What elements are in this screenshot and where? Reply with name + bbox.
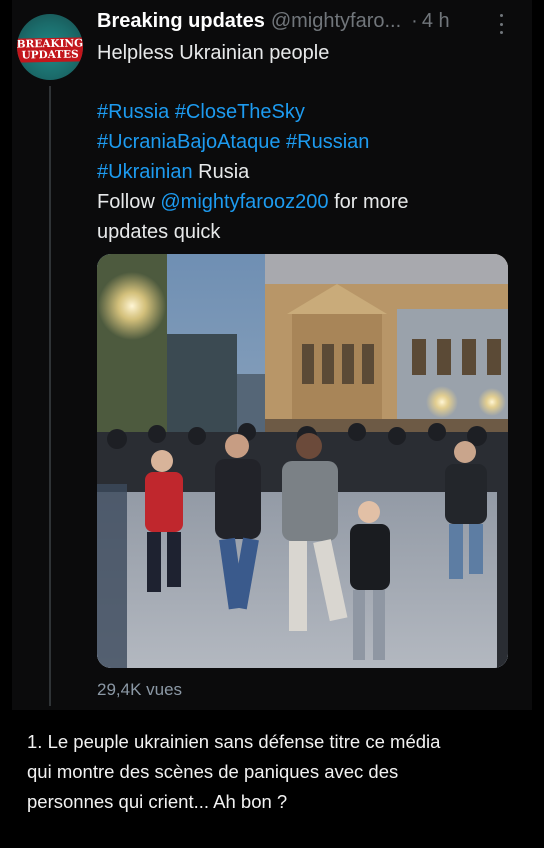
video-frame-image: [97, 254, 508, 668]
tweet-text-word: for more: [334, 191, 409, 213]
tweet-text-line: updates quick: [97, 221, 221, 243]
author-avatar[interactable]: BREAKING UPDATES: [17, 14, 83, 80]
caption-line: 1. Le peuple ukrainien sans défense titr…: [27, 731, 441, 752]
view-count: 29,4K vues: [97, 680, 183, 699]
tweet-hashtags-line-1: #Russia #CloseTheSky: [97, 97, 305, 127]
hashtag-link[interactable]: #UcraniaBajoAtaque #Russian: [97, 131, 369, 153]
caption-text: 1. Le peuple ukrainien sans défense titr…: [27, 727, 532, 817]
tweet-video[interactable]: [97, 254, 508, 668]
author-handle[interactable]: @mightyfaro...: [271, 10, 401, 33]
tweet-follow-line: Follow @mightyfarooz200 for more: [97, 187, 409, 217]
tweet-text-word: Follow: [97, 191, 155, 213]
tweet-hashtags-line-2: #UcraniaBajoAtaque #Russian: [97, 127, 369, 157]
hashtag-link[interactable]: #Ukrainian: [97, 161, 193, 183]
hashtag-link[interactable]: #Russia #CloseTheSky: [97, 101, 305, 123]
tweet-timestamp[interactable]: 4 h: [422, 10, 450, 33]
mention-link[interactable]: @mightyfarooz200: [160, 191, 328, 213]
tweet-hashtags-line-3: #Ukrainian Rusia: [97, 157, 249, 187]
caption-line: personnes qui crient... Ah bon ?: [27, 791, 288, 812]
tweet-text-line: Helpless Ukrainian people: [97, 42, 330, 64]
caption-line: qui montre des scènes de paniques avec d…: [27, 761, 399, 782]
thread-line: [49, 86, 51, 706]
tweet-text-word: Rusia: [198, 161, 250, 183]
tweet-header: Breaking updates @mightyfaro... · 4 h: [97, 10, 517, 36]
separator-dot: ·: [411, 10, 418, 32]
author-name[interactable]: Breaking updates: [97, 10, 265, 33]
avatar-logo-text: BREAKING UPDATES: [17, 37, 83, 63]
more-options-icon[interactable]: [496, 14, 506, 34]
